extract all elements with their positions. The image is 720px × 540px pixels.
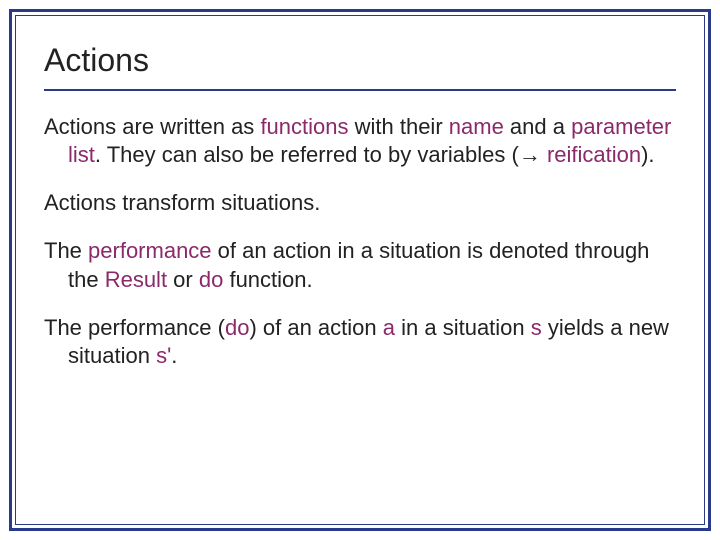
text: The (44, 238, 88, 263)
paragraph-3: The performance of an action in a situat… (44, 237, 676, 293)
text: The performance ( (44, 315, 225, 340)
text: ). (641, 142, 654, 167)
text: and a (504, 114, 571, 139)
inner-border: Actions Actions are written as functions… (15, 15, 705, 525)
keyword-do: do (199, 267, 223, 292)
keyword-a: a (383, 315, 395, 340)
keyword-name: name (449, 114, 504, 139)
text: or (167, 267, 199, 292)
title-underline (44, 89, 676, 91)
text: . They can also be referred to by variab… (95, 142, 519, 167)
text: Actions transform situations. (44, 190, 320, 215)
paragraph-1: Actions are written as functions with th… (44, 113, 676, 169)
slide-title: Actions (44, 42, 676, 79)
keyword-reification: reification (547, 142, 641, 167)
outer-border: Actions Actions are written as functions… (9, 9, 711, 531)
text: Actions are written as (44, 114, 260, 139)
arrow-icon: → (519, 142, 541, 167)
keyword-s-prime: s' (156, 343, 171, 368)
text: in a situation (395, 315, 531, 340)
paragraph-4: The performance (do) of an action a in a… (44, 314, 676, 370)
text: with their (349, 114, 449, 139)
text: function. (223, 267, 312, 292)
slide-frame: Actions Actions are written as functions… (0, 0, 720, 540)
paragraph-2: Actions transform situations. (44, 189, 676, 217)
slide-body: Actions are written as functions with th… (44, 113, 676, 370)
text: . (171, 343, 177, 368)
keyword-s: s (531, 315, 542, 340)
keyword-result: Result (105, 267, 167, 292)
keyword-performance: performance (88, 238, 212, 263)
keyword-functions: functions (260, 114, 348, 139)
text: ) of an action (249, 315, 382, 340)
keyword-do-2: do (225, 315, 249, 340)
